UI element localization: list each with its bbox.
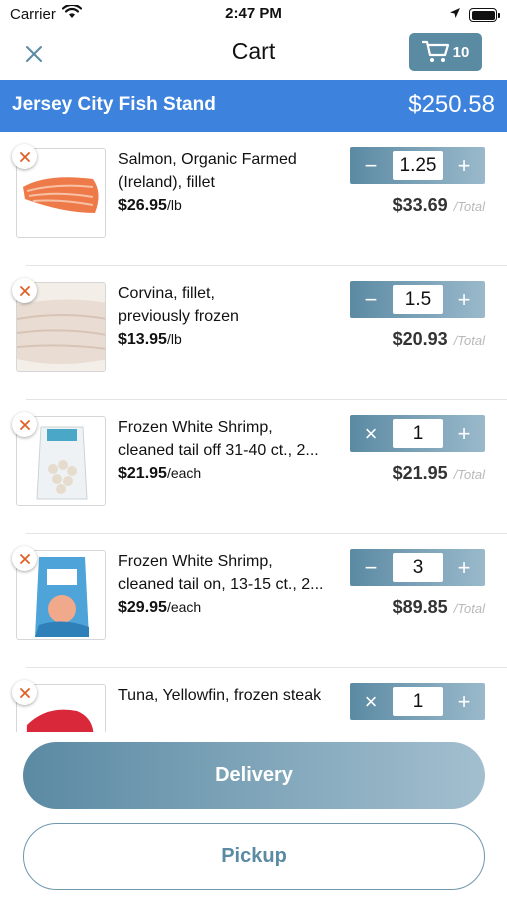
line-total-suffix: /Total — [453, 199, 485, 214]
price-unit: /lb — [166, 197, 182, 213]
line-total: $20.93 /Total — [393, 329, 485, 350]
line-total-amount: $20.93 — [392, 329, 448, 349]
line-total-suffix: /Total — [453, 333, 485, 348]
quantity-field[interactable]: 1 — [393, 419, 443, 448]
price-unit: /each — [166, 599, 202, 615]
location-arrow-icon — [449, 6, 461, 24]
cart-count: 10 — [452, 43, 470, 61]
remove-item-icon — [19, 419, 30, 430]
price-unit: /each — [166, 465, 202, 481]
remove-item-icon — [19, 687, 30, 698]
remove-quantity-button[interactable]: × — [350, 683, 392, 720]
item-price: $29.95/each — [118, 599, 201, 617]
unit-price: $21.95 — [118, 465, 167, 482]
remove-item-button[interactable] — [12, 546, 37, 571]
line-total: $89.85 /Total — [393, 597, 485, 618]
item-name: Frozen White Shrimp, cleaned tail on, 13… — [118, 550, 340, 596]
battery-icon — [469, 8, 500, 22]
quantity-field[interactable]: 1.25 — [393, 151, 443, 180]
status-indicators — [449, 6, 500, 24]
cart-icon — [421, 40, 449, 62]
status-bar: Carrier 2:47 PM — [0, 0, 507, 30]
item-price: $21.95/each — [118, 465, 201, 483]
remove-item-icon — [19, 285, 30, 296]
remove-item-button[interactable] — [12, 144, 37, 169]
item-name-line: Salmon, Organic Farmed — [118, 151, 297, 168]
remove-item-button[interactable] — [12, 680, 37, 705]
line-total-amount: $21.95 — [392, 463, 448, 483]
item-name-line: Corvina, fillet, — [118, 285, 215, 302]
item-name-line: Frozen White Shrimp, — [118, 419, 273, 436]
item-name-line: previously frozen — [118, 308, 239, 325]
quantity-stepper: × 1 + — [350, 415, 485, 452]
price-unit: /lb — [166, 331, 182, 347]
cart-item: Frozen White Shrimp, cleaned tail off 31… — [0, 400, 507, 534]
remove-item-button[interactable] — [12, 278, 37, 303]
quantity-stepper: − 1.25 + — [350, 147, 485, 184]
remove-item-icon — [19, 553, 30, 564]
quantity-field[interactable]: 1 — [393, 687, 443, 716]
unit-price: $13.95 — [118, 331, 167, 348]
store-name: Jersey City Fish Stand — [12, 94, 216, 115]
delivery-button[interactable]: Delivery — [23, 742, 485, 809]
item-name: Corvina, fillet, previously frozen — [118, 282, 340, 328]
remove-item-icon — [19, 151, 30, 162]
decrement-button[interactable]: − — [350, 281, 392, 318]
store-total: $250.58 — [408, 91, 495, 118]
unit-price: $26.95 — [118, 197, 167, 214]
decrement-button[interactable]: − — [350, 549, 392, 586]
remove-item-button[interactable] — [12, 412, 37, 437]
item-name-line: cleaned tail on, 13-15 ct., 2... — [118, 576, 324, 593]
store-banner: Jersey City Fish Stand $250.58 — [0, 80, 507, 132]
line-total-suffix: /Total — [453, 601, 485, 616]
line-total-suffix: /Total — [453, 467, 485, 482]
cart-item: Tuna, Yellowfin, frozen steak × 1 + — [0, 668, 507, 732]
decrement-button[interactable]: − — [350, 147, 392, 184]
item-name-line: cleaned tail off 31-40 ct., 2... — [118, 442, 319, 459]
increment-button[interactable]: + — [443, 281, 485, 318]
item-name: Salmon, Organic Farmed (Ireland), fillet — [118, 148, 340, 194]
quantity-stepper: × 1 + — [350, 683, 485, 720]
increment-button[interactable]: + — [443, 147, 485, 184]
pickup-button[interactable]: Pickup — [23, 823, 485, 890]
item-name: Tuna, Yellowfin, frozen steak — [118, 684, 340, 707]
cart-item: Corvina, fillet, previously frozen $13.9… — [0, 266, 507, 400]
item-price: $13.95/lb — [118, 331, 182, 349]
item-name-line: Frozen White Shrimp, — [118, 553, 273, 570]
quantity-stepper: − 1.5 + — [350, 281, 485, 318]
line-total-amount: $33.69 — [392, 195, 448, 215]
unit-price: $29.95 — [118, 599, 167, 616]
remove-quantity-button[interactable]: × — [350, 415, 392, 452]
item-name-line: Tuna, Yellowfin, frozen steak — [118, 687, 322, 704]
quantity-stepper: − 3 + — [350, 549, 485, 586]
increment-button[interactable]: + — [443, 415, 485, 452]
cart-button[interactable]: 10 — [409, 33, 482, 71]
line-total: $21.95 /Total — [393, 463, 485, 484]
increment-button[interactable]: + — [443, 683, 485, 720]
line-total-amount: $89.85 — [392, 597, 448, 617]
item-name: Frozen White Shrimp, cleaned tail off 31… — [118, 416, 340, 462]
quantity-field[interactable]: 3 — [393, 553, 443, 582]
item-name-line: (Ireland), fillet — [118, 174, 215, 191]
quantity-field[interactable]: 1.5 — [393, 285, 443, 314]
line-total: $33.69 /Total — [393, 195, 485, 216]
nav-bar: Cart 10 — [0, 30, 507, 78]
cart-item: Salmon, Organic Farmed (Ireland), fillet… — [0, 132, 507, 266]
cart-item: Frozen White Shrimp, cleaned tail on, 13… — [0, 534, 507, 668]
increment-button[interactable]: + — [443, 549, 485, 586]
cart-item-list[interactable]: Salmon, Organic Farmed (Ireland), fillet… — [0, 132, 507, 732]
status-time: 2:47 PM — [225, 5, 282, 22]
item-price: $26.95/lb — [118, 197, 182, 215]
